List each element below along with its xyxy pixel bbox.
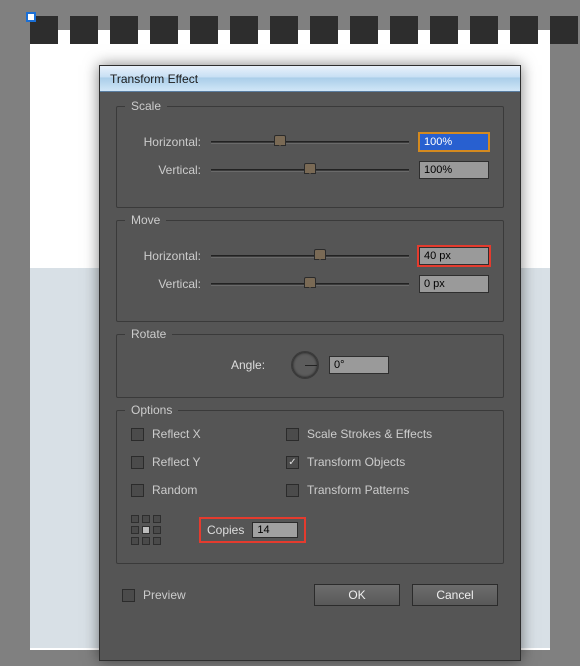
copies-value[interactable]: 14 (252, 522, 298, 538)
artwork-squares (30, 16, 578, 44)
move-vertical-label: Vertical: (131, 277, 201, 291)
checkbox-icon (122, 589, 135, 602)
random-checkbox[interactable]: Random (131, 483, 276, 497)
scale-group: Scale Horizontal: 100% Vertical: 100% (116, 106, 504, 208)
transform-patterns-label: Transform Patterns (307, 483, 409, 497)
transform-effect-dialog: Transform Effect Scale Horizontal: 100% … (99, 65, 521, 661)
scale-vertical-slider[interactable] (211, 163, 409, 177)
reflect-x-checkbox[interactable]: Reflect X (131, 427, 276, 441)
selection-handle[interactable] (26, 12, 36, 22)
move-horizontal-label: Horizontal: (131, 249, 201, 263)
move-horizontal-value[interactable]: 40 px (419, 247, 489, 265)
scale-horizontal-row: Horizontal: 100% (131, 133, 489, 151)
checkbox-icon (131, 456, 144, 469)
transform-objects-label: Transform Objects (307, 455, 405, 469)
rotate-legend: Rotate (125, 327, 172, 341)
move-vertical-value[interactable]: 0 px (419, 275, 489, 293)
rotate-angle-label: Angle: (231, 358, 281, 372)
transform-patterns-checkbox[interactable]: Transform Patterns (286, 483, 489, 497)
preview-checkbox[interactable]: Preview (122, 588, 186, 602)
reflect-x-label: Reflect X (152, 427, 201, 441)
move-horizontal-row: Horizontal: 40 px (131, 247, 489, 265)
scale-strokes-label: Scale Strokes & Effects (307, 427, 432, 441)
checkbox-icon (286, 428, 299, 441)
transform-objects-checkbox[interactable]: Transform Objects (286, 455, 489, 469)
scale-horizontal-label: Horizontal: (131, 135, 201, 149)
scale-vertical-row: Vertical: 100% (131, 161, 489, 179)
checkbox-icon (131, 484, 144, 497)
options-legend: Options (125, 403, 178, 417)
anchor-point-grid[interactable] (131, 515, 161, 545)
reflect-y-checkbox[interactable]: Reflect Y (131, 455, 276, 469)
angle-wheel[interactable] (291, 351, 319, 379)
rotate-angle-value[interactable]: 0° (329, 356, 389, 374)
scale-horizontal-value[interactable]: 100% (419, 133, 489, 151)
scale-legend: Scale (125, 99, 167, 113)
options-group: Options Reflect X Scale Strokes & Effect… (116, 410, 504, 564)
move-group: Move Horizontal: 40 px Vertical: 0 px (116, 220, 504, 322)
reflect-y-label: Reflect Y (152, 455, 200, 469)
cancel-button[interactable]: Cancel (412, 584, 498, 606)
dialog-titlebar[interactable]: Transform Effect (100, 66, 520, 92)
move-legend: Move (125, 213, 166, 227)
checkbox-icon (286, 484, 299, 497)
dialog-content: Scale Horizontal: 100% Vertical: 100% Mo… (100, 92, 520, 618)
move-vertical-row: Vertical: 0 px (131, 275, 489, 293)
ok-button[interactable]: OK (314, 584, 400, 606)
rotate-group: Rotate Angle: 0° (116, 334, 504, 398)
checkbox-icon (131, 428, 144, 441)
scale-horizontal-slider[interactable] (211, 135, 409, 149)
scale-vertical-label: Vertical: (131, 163, 201, 177)
scale-vertical-value[interactable]: 100% (419, 161, 489, 179)
move-horizontal-slider[interactable] (211, 249, 409, 263)
copies-label: Copies (207, 523, 244, 537)
preview-label: Preview (143, 588, 186, 602)
dialog-title: Transform Effect (110, 72, 198, 86)
move-vertical-slider[interactable] (211, 277, 409, 291)
random-label: Random (152, 483, 197, 497)
scale-strokes-checkbox[interactable]: Scale Strokes & Effects (286, 427, 489, 441)
rotate-row: Angle: 0° (131, 351, 489, 379)
dialog-bottom: Preview OK Cancel (116, 576, 504, 608)
copies-row: Copies 14 (201, 519, 304, 541)
checkbox-icon (286, 456, 299, 469)
